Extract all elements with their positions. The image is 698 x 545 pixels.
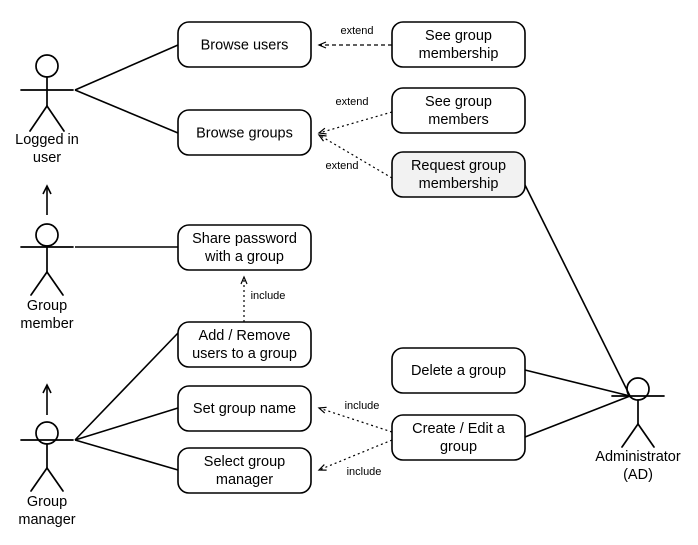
assoc-loggedinuser-browseusers <box>74 44 179 91</box>
usecase-delete-a-group-label: Delete a group <box>411 363 506 379</box>
actor-group-manager-label-line1: Group <box>27 494 67 510</box>
usecase-see-group-membership-label-line1: See group <box>425 28 492 44</box>
usecase-share-password-label-line2: with a group <box>204 249 284 265</box>
actor-right-leg-icon <box>46 467 64 492</box>
usecase-browse-users[interactable]: Browse users <box>177 21 312 68</box>
actor-group-member-label-line1: Group <box>27 298 67 314</box>
label-include-set-group-name: include <box>345 400 380 412</box>
label-extend-request-group-membership: extend <box>325 160 358 172</box>
usecase-set-group-name-label: Set group name <box>193 401 296 417</box>
usecase-select-group-manager[interactable]: Select group manager <box>177 447 312 494</box>
actor-logged-in-user-label-line2: user <box>33 150 61 166</box>
usecase-request-group-membership[interactable]: Request group membership <box>391 151 526 198</box>
assoc-loggedinuser-browsegroups <box>74 89 179 134</box>
assoc-administrator-deleteagroup <box>524 369 631 397</box>
actor-administrator[interactable]: Administrator (AD) <box>595 377 681 483</box>
label-include-add-remove-share-password: include <box>251 290 286 302</box>
actor-logged-in-user[interactable]: Logged in user <box>15 54 79 166</box>
use-case-diagram: Browse users --> Browse groups --> Brows… <box>0 0 698 545</box>
usecase-see-group-members-label-line1: See group <box>425 94 492 110</box>
usecase-see-group-members[interactable]: See group members <box>391 87 526 134</box>
usecase-see-group-membership-label-line2: membership <box>419 46 499 62</box>
usecase-see-group-membership[interactable]: See group membership <box>391 21 526 68</box>
usecase-select-group-manager-label-line2: manager <box>216 472 273 488</box>
label-extend-see-group-membership: extend <box>340 25 373 37</box>
actor-administrator-label-line2: (AD) <box>623 467 653 483</box>
assoc-groupmanager-selectgroupmanager <box>74 439 179 471</box>
actor-group-member-label-line2: member <box>20 316 73 332</box>
actor-group-manager[interactable]: Group manager <box>18 421 76 528</box>
usecase-create-edit-a-group[interactable]: Create / Edit a group <box>391 414 526 461</box>
usecase-request-group-membership-label-line2: membership <box>419 176 499 192</box>
usecase-browse-groups[interactable]: Browse groups <box>177 109 312 156</box>
usecase-create-edit-a-group-label-line1: Create / Edit a <box>412 421 506 437</box>
usecase-add-remove-users-to-a-group[interactable]: Add / Remove users to a group <box>177 321 312 368</box>
assoc-administrator-createeditagroup <box>524 395 631 438</box>
label-include-select-group-manager: include <box>347 466 382 478</box>
usecase-set-group-name[interactable]: Set group name <box>177 385 312 432</box>
usecase-request-group-membership-label-line1: Request group <box>411 158 506 174</box>
usecase-share-password-label-line1: Share password <box>192 231 297 247</box>
dep-extend-seegroupmembers <box>317 111 393 135</box>
actor-administrator-label-line1: Administrator <box>595 449 681 465</box>
usecase-add-remove-users-label-line2: users to a group <box>192 346 297 362</box>
actor-group-member[interactable]: Group member <box>20 223 74 332</box>
usecase-create-edit-a-group-label-line2: group <box>440 439 477 455</box>
actor-head-icon <box>35 223 59 247</box>
actor-left-leg-icon <box>30 271 48 296</box>
usecase-select-group-manager-label-line1: Select group <box>204 454 285 470</box>
actor-left-leg-icon <box>29 105 48 132</box>
usecase-add-remove-users-label-line1: Add / Remove <box>199 328 291 344</box>
actor-right-leg-icon <box>637 423 655 448</box>
usecase-delete-a-group[interactable]: Delete a group <box>391 347 526 394</box>
actor-group-manager-label-line2: manager <box>18 512 75 528</box>
usecase-browse-users-label: Browse users <box>201 37 289 53</box>
usecase-browse-groups-label: Browse groups <box>196 125 293 141</box>
usecase-see-group-members-label-line2: members <box>428 112 488 128</box>
actor-right-leg-icon <box>46 271 64 296</box>
usecase-share-password-with-a-group[interactable]: Share password with a group <box>177 224 312 271</box>
actor-logged-in-user-label-line1: Logged in <box>15 132 79 148</box>
actor-head-icon <box>35 54 59 78</box>
label-extend-see-group-members: extend <box>335 96 368 108</box>
diagram-canvas: Browse users --> Browse groups --> Brows… <box>15 21 681 528</box>
actor-left-leg-icon <box>621 423 639 448</box>
assoc-administrator-requestgroupmembership <box>524 184 631 397</box>
actor-left-leg-icon <box>30 467 48 492</box>
actor-right-leg-icon <box>46 105 65 132</box>
